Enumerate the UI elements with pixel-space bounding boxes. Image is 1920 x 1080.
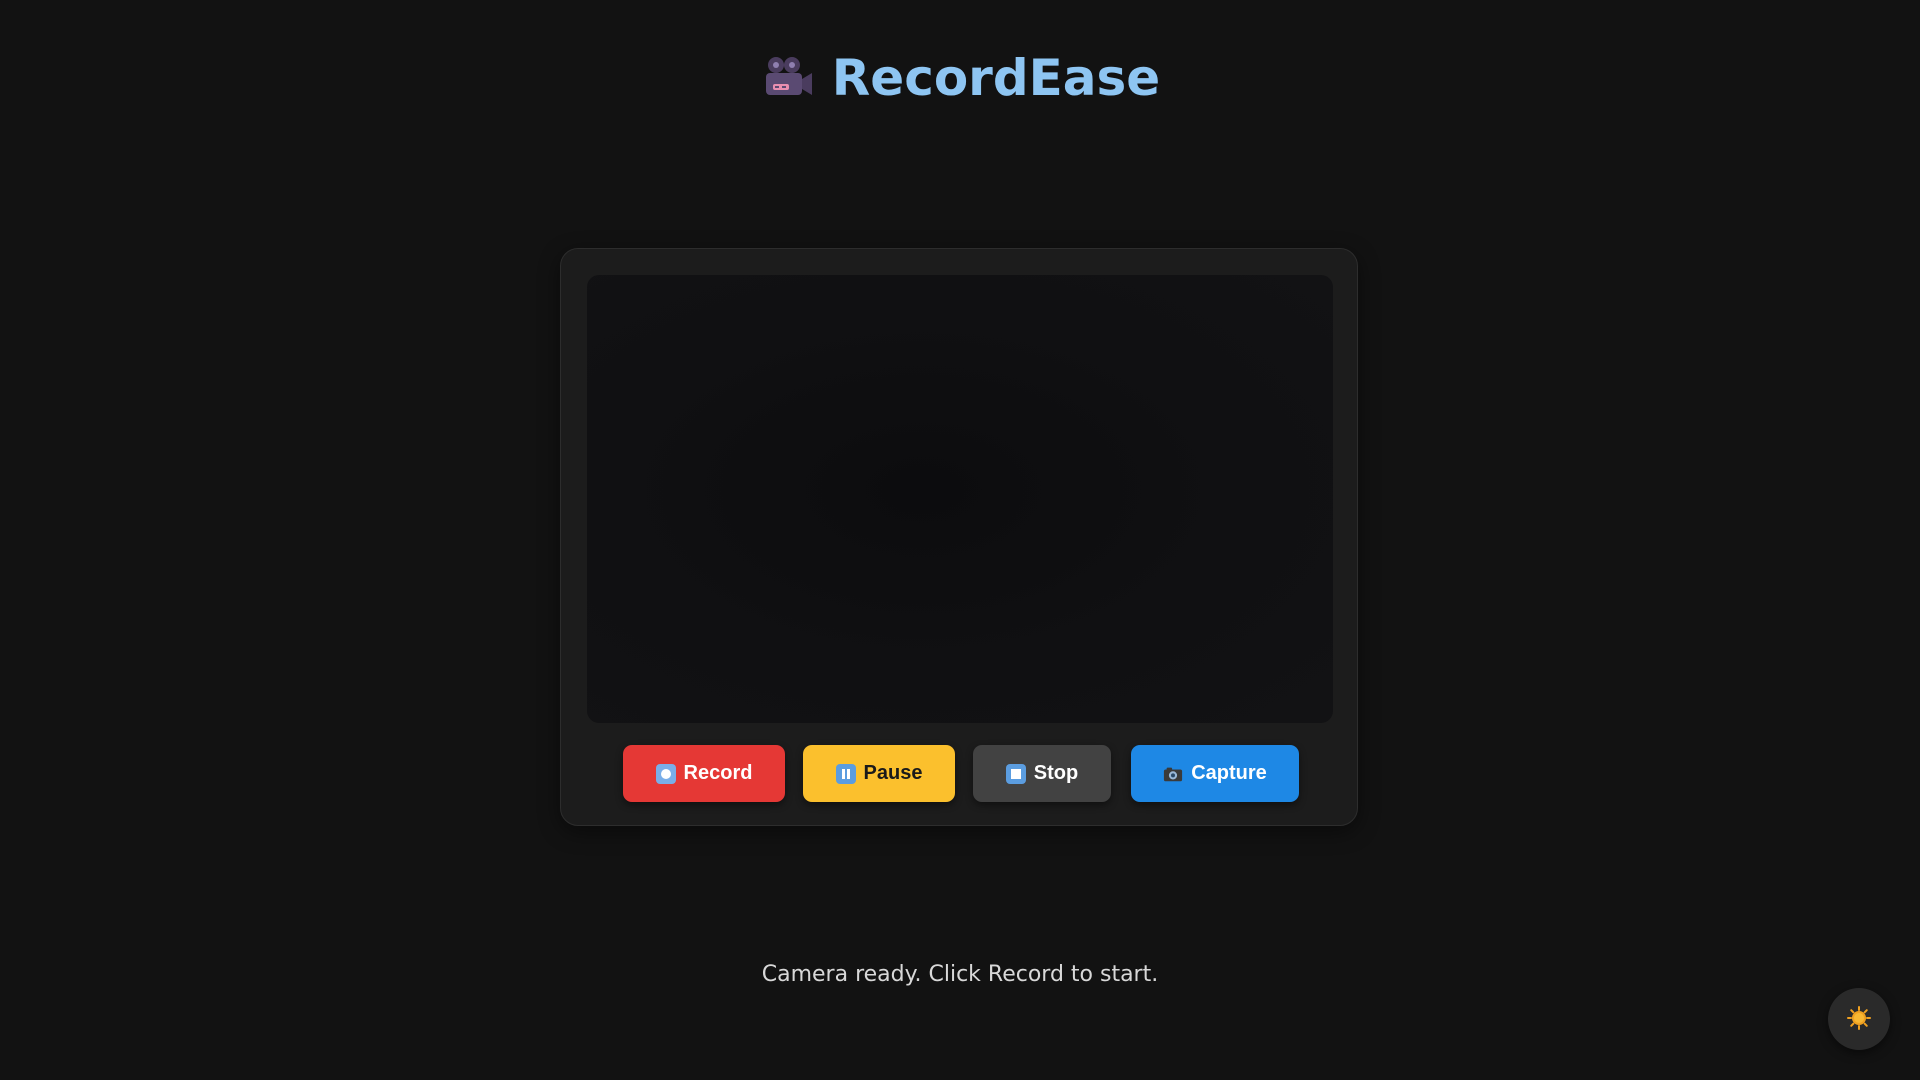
camera-icon	[1163, 764, 1183, 784]
movie-camera-icon	[760, 50, 816, 106]
app-header: RecordEase	[0, 42, 1920, 114]
record-button[interactable]: Record	[623, 745, 785, 802]
record-label: Record	[683, 762, 753, 784]
status-message: Camera ready. Click Record to start.	[761, 962, 1159, 987]
pause-label: Pause	[863, 762, 923, 784]
stop-button[interactable]: Stop	[973, 745, 1111, 802]
sun-icon	[1846, 1005, 1872, 1034]
video-preview	[587, 275, 1333, 723]
capture-button[interactable]: Capture	[1131, 745, 1299, 802]
recorder-card: Record Pause Stop Capture	[560, 248, 1358, 826]
record-icon	[655, 763, 676, 784]
capture-label: Capture	[1191, 762, 1267, 784]
pause-icon	[835, 763, 856, 784]
controls-bar: Record Pause Stop Capture	[561, 745, 1357, 803]
app-title: RecordEase	[831, 49, 1161, 107]
stop-label: Stop	[1033, 762, 1079, 784]
pause-button[interactable]: Pause	[803, 745, 955, 802]
theme-toggle-button[interactable]	[1828, 988, 1890, 1050]
stop-icon	[1005, 763, 1026, 784]
